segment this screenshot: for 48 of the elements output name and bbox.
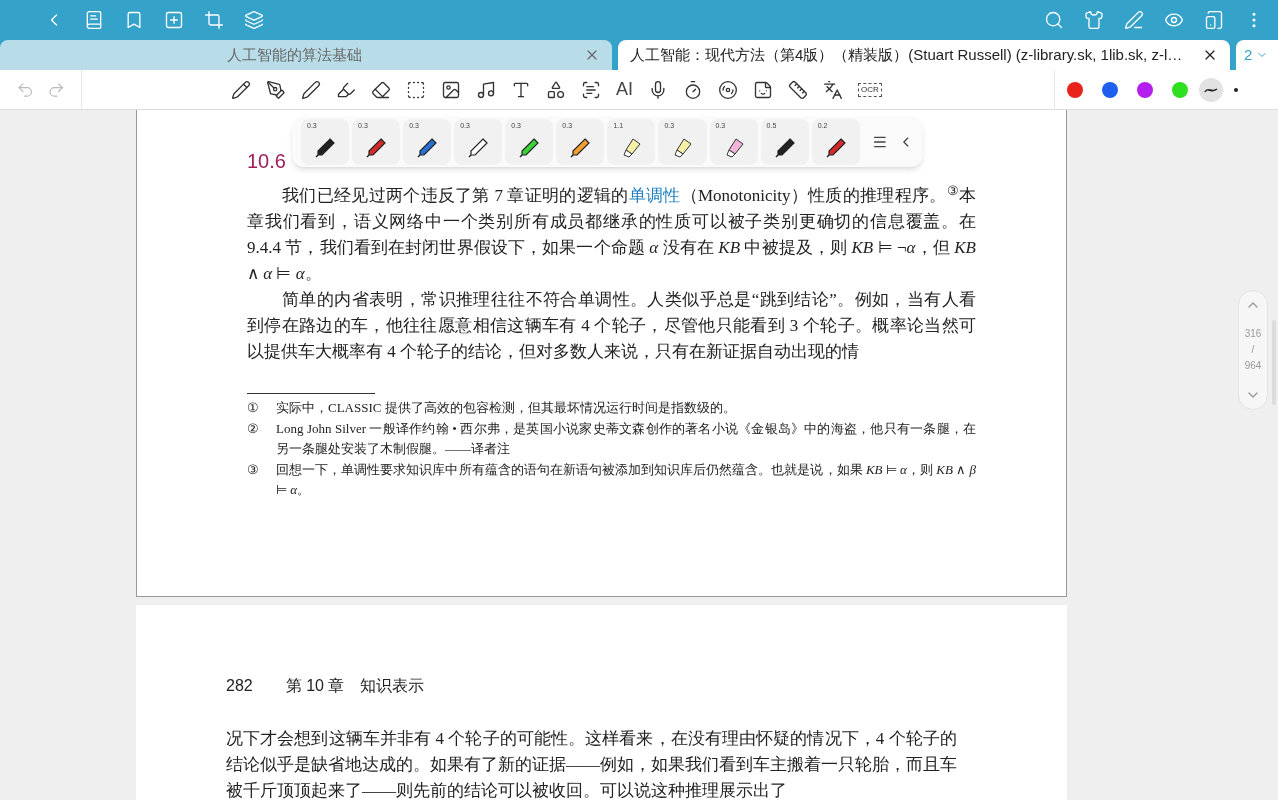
fountain-pen-icon[interactable]	[266, 79, 286, 100]
add-page-icon[interactable]	[164, 10, 184, 30]
translate-icon[interactable]	[823, 79, 843, 100]
color-swatch[interactable]	[1172, 81, 1188, 98]
tab-title: 人工智能的算法基础	[225, 44, 363, 65]
footnote-text: 回想一下，单调性要求知识库中所有蕴含的语句在新语句被添加到知识库后仍然蕴含。也就是说，如果 KB ⊨ α，则 KB ∧ β ⊨ α。	[276, 461, 976, 499]
squiggle-icon	[1204, 85, 1218, 94]
paragraph: 简单的内省表明，常识推理往往不符合单调性。人类似乎总是“跳到结论”。例如，当有人看到停在路边的车，他往往愿意相信这辆车有 4 个轮子，尽管他只能看到 3 个轮子。概率论当然可以提供车大概率有 4 个轮子的结论，但对多数人来说，只有在新证据自动出现的情	[247, 289, 976, 363]
book-icon[interactable]	[84, 10, 104, 30]
color-swatch[interactable]	[1137, 81, 1153, 98]
page-separator: /	[1251, 343, 1255, 357]
document-tab[interactable]: 人工智能：现代方法（第4版）（精装版）(Stuart Russell) (z-library.sk, 1lib.sk, z-l…	[618, 40, 1230, 70]
shapes-icon[interactable]	[546, 79, 566, 100]
sticker-icon[interactable]	[753, 79, 773, 100]
section-heading: 10.6	[247, 149, 286, 174]
total-pages: 964	[1244, 359, 1262, 373]
layers-icon[interactable]	[244, 10, 264, 30]
pencil-icon[interactable]	[231, 79, 251, 100]
tool-label[interactable]: AI	[616, 76, 633, 103]
text-scan-icon[interactable]	[581, 79, 601, 100]
crop-icon[interactable]	[204, 10, 224, 30]
footnote-marker: ②	[247, 420, 260, 438]
footnote-marker: ①	[247, 399, 260, 417]
ruler-icon[interactable]	[788, 79, 808, 100]
footnote-text: 实际中，CLASSIC 提供了高效的包容检测，但其最坏情况运行时间是指数级的。	[276, 399, 736, 417]
color-swatch[interactable]	[1102, 81, 1118, 98]
color-swatch[interactable]	[1067, 81, 1083, 98]
eraser-icon[interactable]	[371, 79, 391, 100]
document-tab[interactable]: 人工智能的算法基础	[0, 40, 612, 70]
pen-icon[interactable]	[301, 79, 321, 100]
current-page: 316	[1244, 327, 1262, 341]
search-icon[interactable]	[1044, 10, 1064, 30]
tape-icon[interactable]	[718, 79, 738, 100]
stroke-style-button[interactable]	[1199, 77, 1223, 102]
timer-icon[interactable]	[683, 79, 703, 100]
paragraph: 况下才会想到这辆车并非有 4 个轮子的可能性。这样看来，在没有理由怀疑的情况下，4 个轮子的结论似乎是缺省地达成的。如果有了新的证据——例如，如果我们看到车主搬着一只轮胎，而且车被千斤顶顶起来了——则先前的结论可以被收回。可以说这种推理展示出了	[226, 728, 957, 800]
music-note-icon[interactable]	[476, 79, 496, 100]
paragraph: 我们已经见过两个违反了第 7 章证明的逻辑的单调性（Monotonicity）性质的推理程序。$^{③}$本章我们看到，语义网络中一个类别所有成员都继承的性质可以被子类别更确切的信息覆盖。在 9.4.4 节，我们看到在封闭世界假设下，如果一个命题 α 没有在 KB 中被提及，则 KB ⊨ ¬α，但 KB ∧ α ⊨ α。	[247, 183, 976, 285]
shirt-icon[interactable]	[1084, 10, 1104, 30]
device-icon[interactable]	[1204, 10, 1224, 30]
tab-title: 人工智能：现代方法（第4版）（精装版）(Stuart Russell) (z-library.sk, 1lib.sk, z-l…	[630, 44, 1184, 65]
selection-icon[interactable]	[406, 79, 426, 100]
footnote-marker: ③	[247, 461, 260, 479]
running-head: 第 10 章 知识表示	[285, 676, 425, 696]
tool-label[interactable]: OCR	[858, 82, 882, 97]
list-icon[interactable]	[871, 134, 888, 150]
page-number: 282	[226, 676, 253, 696]
image-icon[interactable]	[441, 79, 461, 100]
